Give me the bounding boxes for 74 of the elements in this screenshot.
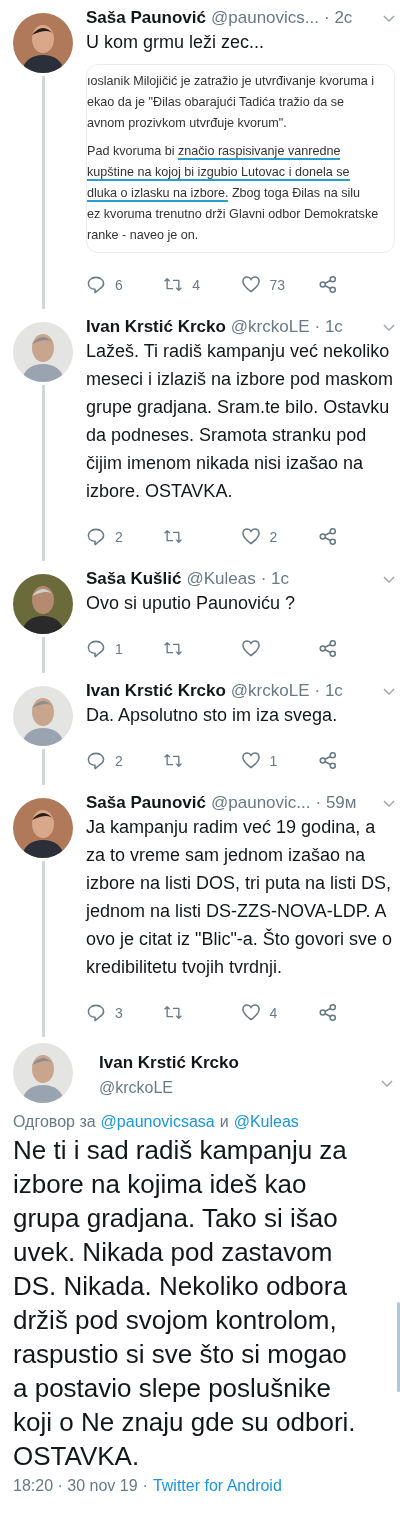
article-line: dluka o izlasku na izbore. Zbog toga Đilas na silu (87, 185, 362, 204)
chevron-down-icon[interactable] (383, 323, 395, 331)
reply-count: 2 (115, 752, 123, 769)
article-line: avnom prozivkom utvrđuje kvorum". (87, 115, 288, 132)
mention-link[interactable]: @Kuleas (233, 1113, 299, 1131)
author-name[interactable]: Saša Paunović (86, 8, 206, 28)
reply-to-joiner: и (219, 1113, 229, 1131)
tweet-text: Ne ti i sad radiš kampanju za izbore na kojima ideš kao grupa gradjana. Tako si išao uvek. Nikada pod zastavom DS. Nikada. Nekoliko odbora držiš pod svojom kontrolom, raspustio si sve što si mogao a postavio slepe poslušnike koji o Ne znaju gde su odbori. OSTAVKA. (13, 1134, 357, 1473)
author-name[interactable]: Saša Kušlić (86, 569, 182, 589)
share-icon[interactable] (317, 751, 338, 770)
timestamp: · 2c (324, 8, 353, 28)
like-count: 4 (269, 1004, 278, 1021)
heart-icon[interactable] (240, 275, 261, 294)
chevron-down-icon[interactable] (381, 1079, 393, 1087)
article-line: ıoslanik Milojičić je zatražio je utvrđivanje kvoruma i (87, 73, 375, 90)
chevron-down-icon[interactable] (383, 575, 395, 583)
author-handle[interactable]: @paunovics... (211, 8, 319, 28)
author-handle[interactable]: @krckoLE (230, 681, 310, 701)
heart-icon[interactable] (240, 751, 261, 770)
author-name[interactable]: Saša Paunović (86, 793, 206, 813)
reply-count: 6 (115, 276, 123, 293)
chevron-down-icon[interactable] (383, 14, 395, 22)
article-line: ekao da je "Đilas obarajući Tadića tražio da se (87, 94, 345, 111)
timestamp: · 1c (314, 681, 343, 701)
tweet-text: U kom grmu leži zec... (86, 31, 266, 54)
article-line: Pad kvoruma bi značio raspisivanje vanredne (87, 143, 342, 162)
article-line: kupštine na kojoj bi izgubio Lutovac i donela se (87, 164, 351, 183)
author-handle[interactable]: @Kuleas (186, 569, 256, 589)
share-icon[interactable] (317, 1003, 338, 1022)
tweet-text: Ovo si uputio Paunoviću ? (86, 592, 297, 615)
reply-icon[interactable] (86, 527, 106, 546)
author-name[interactable]: Ivan Krstić Krcko (99, 1053, 239, 1073)
reply-icon[interactable] (86, 639, 106, 658)
share-icon[interactable] (317, 639, 338, 658)
retweet-icon[interactable] (163, 751, 184, 770)
reply-icon[interactable] (86, 751, 106, 770)
tweet-text: Ja kampanju radim već 19 godina, a za to vreme sam jednom izašao na izbore na listi DOS, tri puta na listi DS, jednom na listi DS-ZZS-NOVA-LDP. A ovo je citat iz "Blic"-a. Što govori sve o kredibilitetu tvojih tvrdnji. (86, 816, 393, 979)
reply-count: 1 (115, 640, 123, 657)
author-handle[interactable]: @krckoLE (230, 317, 310, 337)
retweet-icon[interactable] (163, 275, 184, 294)
tweet-text: Da. Apsolutno sto im iza svega. (86, 704, 339, 727)
heart-icon[interactable] (240, 639, 261, 658)
reply-count: 2 (115, 528, 123, 545)
author-name[interactable]: Ivan Krstić Krcko (86, 317, 226, 337)
timestamp: 18:20 · 30 nov 19 (13, 1477, 138, 1495)
reply-count: 3 (115, 1004, 123, 1021)
separator-dot: · (142, 1477, 148, 1495)
author-handle[interactable]: @krckoLE (99, 1079, 239, 1097)
timestamp: · 1c (314, 317, 343, 337)
article-line: ranke - naveo je on. (87, 227, 200, 244)
share-icon[interactable] (317, 275, 338, 294)
timestamp: · 59м (315, 793, 357, 813)
timestamp: · 1c (260, 569, 290, 589)
source-link[interactable]: Twitter for Android (152, 1477, 282, 1495)
retweet-icon[interactable] (163, 639, 184, 658)
heart-icon[interactable] (240, 1003, 261, 1022)
reply-icon[interactable] (86, 275, 106, 294)
retweet-count: 4 (192, 276, 201, 293)
tweet-text: Lažeš. Ti radiš kampanju već nekoliko meseci i izlaziš na izbore pod maskom grupe gradjana. Sram.te bilo. Ostavku da podneses. Sramota stranku pod čijim imenom nikada nisi izašao na izbore. OSTAVKA. (86, 340, 395, 503)
chevron-down-icon[interactable] (383, 687, 395, 695)
share-icon[interactable] (317, 527, 338, 546)
author-name[interactable]: Ivan Krstić Krcko (86, 681, 226, 701)
reply-to-label: Одговор за (13, 1113, 96, 1131)
author-handle[interactable]: @paunovic... (211, 793, 311, 813)
like-count: 2 (269, 528, 278, 545)
reply-icon[interactable] (86, 1003, 106, 1022)
retweet-icon[interactable] (163, 527, 184, 546)
like-count: 1 (269, 752, 278, 769)
retweet-icon[interactable] (163, 1003, 184, 1022)
heart-icon[interactable] (240, 527, 261, 546)
article-line: ez kvoruma trenutno drži Glavni odbor Demokratske (87, 206, 380, 223)
like-count: 73 (269, 276, 286, 293)
chevron-down-icon[interactable] (383, 799, 395, 807)
mention-link[interactable]: @paunovicsasa (100, 1113, 215, 1131)
